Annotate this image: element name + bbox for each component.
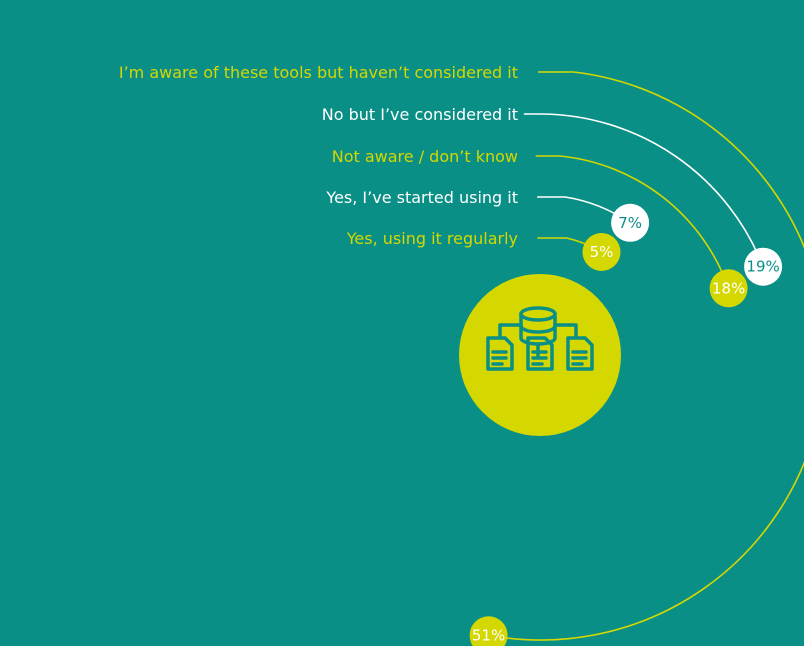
value-label-5: 5% [590,243,614,261]
category-label-1: I’m aware of these tools but haven’t con… [119,63,518,82]
value-label-2: 19% [746,258,779,276]
arc-series-2 [523,113,764,267]
category-label-2: No but I’ve considered it [322,105,518,124]
value-label-3: 18% [712,279,745,297]
center-icon-group [459,274,621,436]
category-label-4: Yes, I’ve started using it [325,188,518,207]
category-label-3: Not aware / don’t know [332,147,518,166]
value-label-4: 7% [618,214,642,232]
chart-stage: 51% 19% 18% 7% 5% I’m aware of these tools b… [0,0,804,646]
value-label-1: 51% [472,626,505,644]
category-label-5: Yes, using it regularly [346,229,518,248]
radial-arc-chart: 51% 19%18% 7%5% I’m aware of these tools b… [119,63,804,646]
center-circle [459,274,621,436]
category-label-layer: I’m aware of these tools but haven’t con… [119,63,518,248]
